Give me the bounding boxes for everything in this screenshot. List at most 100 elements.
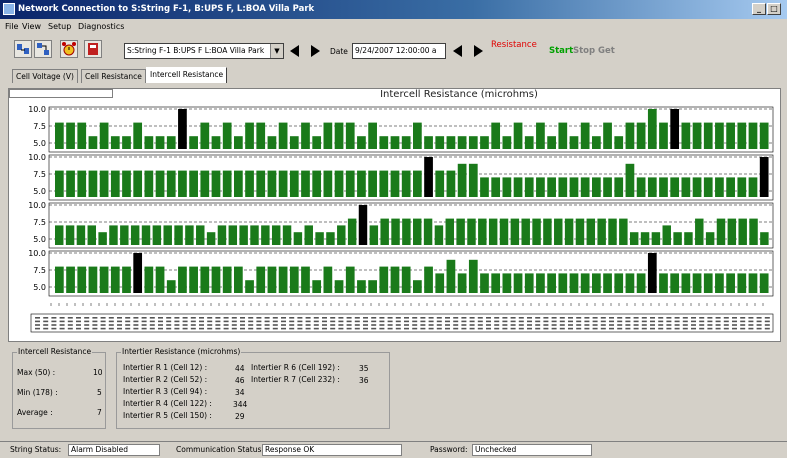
chart-bar bbox=[536, 122, 545, 149]
cell-label-glyph bbox=[461, 317, 467, 319]
cell-label-glyph bbox=[182, 327, 188, 330]
minimize-button[interactable]: _ bbox=[752, 3, 766, 15]
chart-bar bbox=[513, 122, 523, 149]
cell-label-glyph bbox=[436, 327, 442, 330]
alarm-clock-icon[interactable] bbox=[60, 40, 78, 58]
chart-bar bbox=[558, 122, 568, 149]
chart-bar bbox=[200, 170, 210, 197]
chart-bar bbox=[521, 218, 530, 245]
chart-bar bbox=[166, 170, 176, 197]
chart-bar bbox=[267, 170, 277, 197]
stop-button[interactable]: Stop bbox=[573, 46, 595, 56]
cell-label-glyph bbox=[100, 327, 106, 330]
cell-label-glyph bbox=[625, 324, 631, 326]
prev-string-icon[interactable] bbox=[290, 45, 299, 57]
cell-label-glyph bbox=[133, 324, 139, 326]
cell-label-glyph bbox=[445, 324, 450, 326]
cell-label-glyph bbox=[510, 317, 516, 319]
cell-label-glyph bbox=[445, 317, 450, 319]
start-button[interactable]: Start bbox=[549, 46, 573, 56]
string-select[interactable]: S:String F-1 B:UPS F L:BOA Villa Park ▼ bbox=[124, 43, 284, 59]
chart-bar bbox=[174, 225, 183, 245]
menu-file[interactable]: File bbox=[5, 22, 18, 31]
cell-label-glyph bbox=[313, 320, 319, 323]
communication-status-label: Communication Status: bbox=[176, 445, 264, 454]
cell-label-glyph bbox=[592, 327, 598, 330]
cell-label-glyph bbox=[666, 324, 672, 326]
cell-label-glyph bbox=[158, 317, 163, 319]
cell-label-glyph bbox=[543, 324, 549, 326]
cell-label-glyph bbox=[404, 327, 409, 330]
cell-label-glyph bbox=[650, 320, 655, 323]
network-icon[interactable] bbox=[34, 40, 52, 58]
chart-bar bbox=[282, 225, 292, 245]
menu-setup[interactable]: Setup bbox=[48, 22, 71, 31]
chart-bar bbox=[206, 232, 216, 245]
chart-bar bbox=[670, 177, 680, 197]
cell-label-glyph bbox=[166, 317, 172, 319]
cell-label-glyph bbox=[182, 320, 188, 323]
cell-label-glyph bbox=[330, 317, 336, 319]
cell-label-glyph bbox=[568, 324, 573, 326]
connect-icon[interactable] bbox=[14, 40, 32, 58]
chart-bar bbox=[597, 218, 606, 245]
cell-label-glyph bbox=[84, 324, 90, 326]
cell-label-glyph bbox=[272, 327, 278, 330]
chart-bar bbox=[55, 225, 64, 245]
chart-bar bbox=[446, 136, 456, 149]
chevron-down-icon[interactable]: ▼ bbox=[270, 44, 283, 58]
cell-label-glyph bbox=[650, 317, 655, 319]
tab-cell-voltage[interactable]: Cell Voltage (V) bbox=[12, 69, 78, 83]
cell-label-glyph bbox=[609, 320, 614, 323]
chart-bar bbox=[625, 122, 635, 149]
cell-label-glyph bbox=[125, 324, 131, 326]
next-date-icon[interactable] bbox=[474, 45, 483, 57]
tab-intercell-resistance[interactable]: Intercell Resistance bbox=[146, 67, 228, 83]
date-field[interactable]: 9/24/2007 12:00:00 a bbox=[352, 43, 446, 59]
chart-bar bbox=[424, 157, 433, 197]
cell-label-glyph bbox=[174, 327, 180, 330]
cell-label-glyph bbox=[133, 317, 139, 319]
cell-label-glyph bbox=[43, 324, 49, 326]
menu-bar: File View Setup Diagnostics bbox=[0, 20, 787, 34]
chart-bar bbox=[554, 218, 563, 245]
report-icon[interactable] bbox=[84, 40, 102, 58]
chart-bar bbox=[513, 177, 523, 197]
chart-bar bbox=[55, 266, 64, 293]
next-string-icon[interactable] bbox=[311, 45, 320, 57]
cell-label-glyph bbox=[510, 327, 516, 330]
cell-label-glyph bbox=[149, 327, 155, 330]
date-label: Date bbox=[330, 47, 348, 56]
menu-view[interactable]: View bbox=[22, 22, 41, 31]
chart-bar bbox=[98, 232, 107, 245]
chart-bar bbox=[66, 122, 75, 149]
prev-date-icon[interactable] bbox=[453, 45, 462, 57]
maximize-button[interactable]: □ bbox=[767, 3, 781, 15]
cell-label-glyph bbox=[190, 320, 196, 323]
intertier-r5-value: 29 bbox=[235, 412, 245, 421]
cell-label-glyph bbox=[354, 324, 360, 326]
chart-bar bbox=[467, 218, 476, 245]
cell-label-glyph bbox=[281, 317, 286, 319]
chart-bar bbox=[586, 218, 596, 245]
menu-diagnostics[interactable]: Diagnostics bbox=[78, 22, 124, 31]
tab-cell-resistance[interactable]: Cell Resistance bbox=[81, 69, 146, 83]
cell-label-glyph bbox=[641, 327, 647, 330]
cell-label-glyph bbox=[330, 324, 336, 326]
cell-label-glyph bbox=[764, 324, 770, 326]
chart-bar bbox=[737, 177, 747, 197]
cell-label-glyph bbox=[297, 324, 303, 326]
chart-bar bbox=[122, 136, 131, 149]
get-button[interactable]: Get bbox=[598, 46, 615, 56]
cell-label-glyph bbox=[338, 320, 344, 323]
window-title: Network Connection to S:String F-1, B:UP… bbox=[18, 4, 315, 14]
cell-label-glyph bbox=[740, 320, 746, 323]
chart-bar bbox=[234, 266, 243, 293]
chart-bar bbox=[245, 122, 254, 149]
cell-label-glyph bbox=[248, 317, 254, 319]
chart-bar bbox=[323, 122, 333, 149]
chart-bar bbox=[543, 218, 552, 245]
cell-label-glyph bbox=[166, 324, 172, 326]
cell-label-glyph bbox=[617, 324, 623, 326]
cell-label-glyph bbox=[715, 327, 721, 330]
